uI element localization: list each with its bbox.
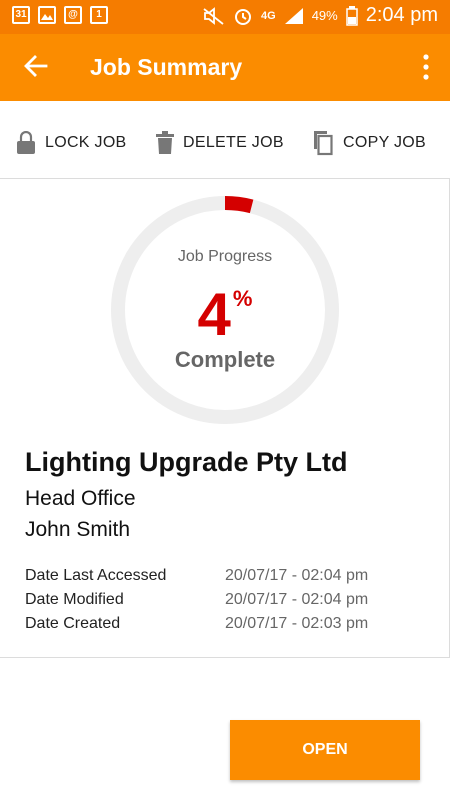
open-button[interactable]: OPEN	[230, 720, 420, 780]
copy-job-button[interactable]: COPY JOB	[310, 128, 426, 158]
job-progress-label: Job Progress	[177, 248, 273, 265]
arrow-left-icon[interactable]	[22, 52, 50, 80]
status-bar: 31 @ 1 4G 49% 2:04 pm	[0, 0, 450, 34]
page-title: Job Summary	[90, 54, 243, 80]
job-progress-value: 4%	[110, 280, 340, 349]
meta-value: 20/07/17 - 02:03 pm	[225, 615, 369, 632]
more-vertical-icon[interactable]	[422, 54, 430, 80]
status-system-icons: 4G 49% 2:04 pm	[203, 4, 438, 27]
contact-name: John Smith	[25, 518, 131, 541]
lock-icon	[17, 131, 35, 154]
clock: 2:04 pm	[365, 4, 438, 26]
meta-label: Date Modified	[25, 591, 124, 608]
job-progress-status: Complete	[174, 347, 276, 372]
delete-job-button[interactable]: DELETE JOB	[156, 128, 284, 158]
app-bar: Job Summary	[0, 34, 450, 101]
meta-label: Date Last Accessed	[25, 567, 167, 584]
copy-icon	[314, 131, 333, 156]
status-notification-icons: 31 @ 1	[12, 6, 108, 24]
battery-percent: 49%	[311, 8, 338, 23]
calendar-date-icon: 1	[90, 6, 108, 24]
progress-arc	[224, 196, 254, 214]
calendar-icon: 31	[12, 6, 30, 24]
mute-icon	[203, 6, 224, 25]
lock-job-label: LOCK JOB	[45, 134, 127, 151]
company-name: Lighting Upgrade Pty Ltd	[25, 447, 348, 477]
meta-row-modified: Date Modified 20/07/17 - 02:04 pm	[25, 591, 425, 609]
alarm-icon	[235, 8, 252, 25]
meta-row-last-accessed: Date Last Accessed 20/07/17 - 02:04 pm	[25, 567, 425, 585]
meta-label: Date Created	[25, 615, 121, 632]
signal-icon	[284, 7, 303, 24]
copy-job-label: COPY JOB	[343, 134, 427, 151]
progress-number: 4	[197, 281, 231, 348]
email-icon: @	[64, 6, 82, 24]
progress-unit: %	[232, 286, 253, 311]
gallery-icon	[38, 6, 56, 24]
job-actions-toolbar: LOCK JOB DELETE JOB COPY JOB	[0, 101, 450, 179]
meta-value: 20/07/17 - 02:04 pm	[225, 567, 369, 584]
site-name: Head Office	[25, 487, 136, 510]
meta-row-created: Date Created 20/07/17 - 02:03 pm	[25, 615, 425, 633]
network-type: 4G	[261, 9, 276, 22]
lock-job-button[interactable]: LOCK JOB	[16, 128, 127, 158]
battery-icon	[345, 5, 358, 26]
delete-job-label: DELETE JOB	[183, 134, 284, 151]
trash-icon	[156, 131, 174, 154]
meta-value: 20/07/17 - 02:04 pm	[225, 591, 369, 608]
